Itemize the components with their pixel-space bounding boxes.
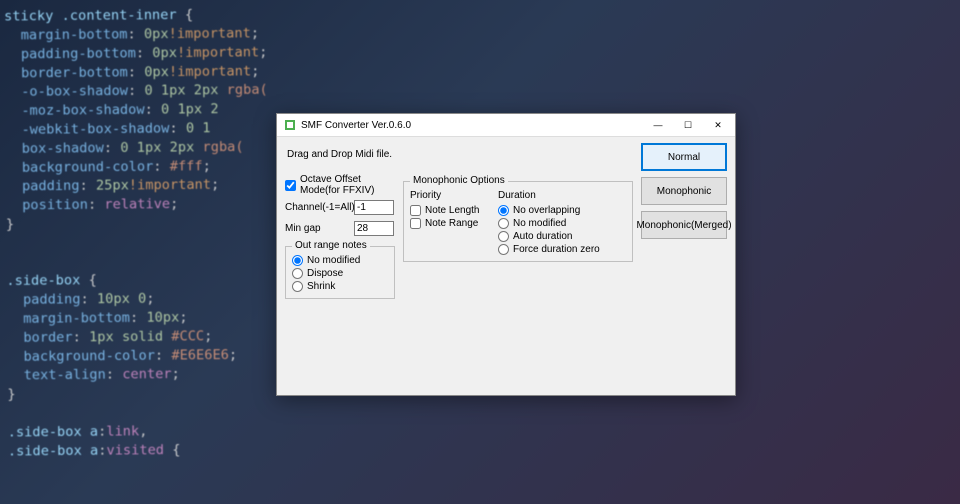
outrange-legend: Out range notes: [292, 240, 370, 251]
monophonic-legend: Monophonic Options: [410, 175, 508, 186]
outrange-group: Out range notes No modified Dispose Shri…: [285, 246, 395, 299]
titlebar[interactable]: SMF Converter Ver.0.6.0 — ☐ ✕: [277, 114, 735, 137]
window-title: SMF Converter Ver.0.6.0: [301, 120, 643, 131]
outrange-option-0[interactable]: No modified: [292, 255, 388, 266]
monophonic-group: Monophonic Options Priority Note Length …: [403, 181, 633, 262]
mode-monophonic-button[interactable]: Monophonic: [641, 177, 727, 205]
mode-normal-button[interactable]: Normal: [641, 143, 727, 171]
duration-option-3[interactable]: Force duration zero: [498, 244, 600, 255]
outrange-option-2[interactable]: Shrink: [292, 281, 388, 292]
mingap-label: Min gap: [285, 223, 351, 234]
octave-offset-label: Octave Offset Mode(for FFXIV): [300, 174, 395, 196]
minimize-button[interactable]: —: [643, 114, 673, 136]
app-window: SMF Converter Ver.0.6.0 — ☐ ✕ Drag and D…: [276, 113, 736, 396]
duration-option-2[interactable]: Auto duration: [498, 231, 600, 242]
priority-option-0[interactable]: Note Length: [410, 205, 488, 216]
channel-label: Channel(-1=All): [285, 202, 351, 213]
duration-option-1[interactable]: No modified: [498, 218, 600, 229]
drop-hint: Drag and Drop Midi file.: [287, 149, 395, 160]
client-area: Drag and Drop Midi file. Octave Offset M…: [277, 137, 735, 307]
close-button[interactable]: ✕: [703, 114, 733, 136]
channel-input[interactable]: [354, 200, 394, 215]
priority-title: Priority: [410, 190, 488, 201]
background-code: sticky .content-inner { margin-bottom: 0…: [4, 6, 271, 462]
app-icon: [283, 118, 297, 132]
priority-option-1[interactable]: Note Range: [410, 218, 488, 229]
maximize-button[interactable]: ☐: [673, 114, 703, 136]
mode-merged-button[interactable]: Monophonic(Merged): [641, 211, 727, 239]
octave-offset-checkbox[interactable]: Octave Offset Mode(for FFXIV): [285, 174, 395, 196]
duration-option-0[interactable]: No overlapping: [498, 205, 600, 216]
mingap-input[interactable]: [354, 221, 394, 236]
outrange-option-1[interactable]: Dispose: [292, 268, 388, 279]
duration-title: Duration: [498, 190, 600, 201]
